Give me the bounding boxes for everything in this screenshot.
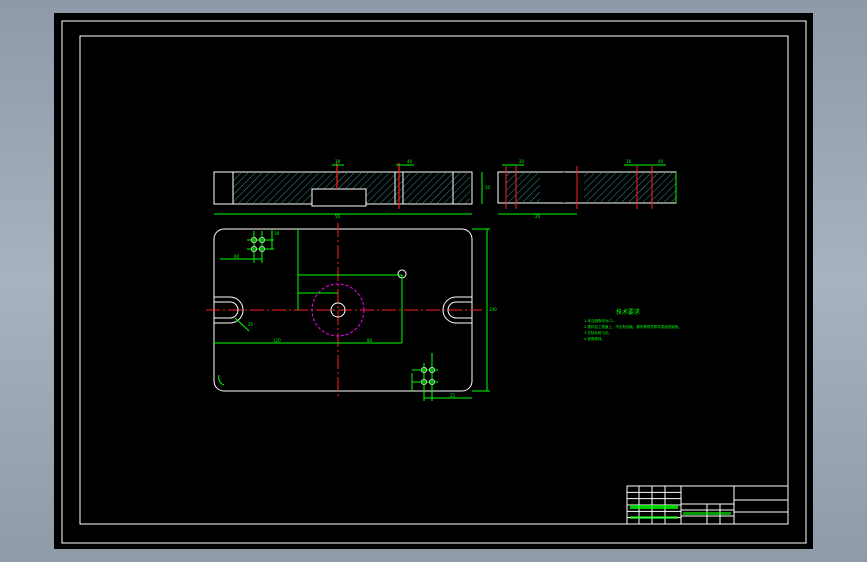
cad-drawing: 38 40 10 50 20 16 40 20 60 18 120 140 80… <box>61 20 807 544</box>
notes-line: 2.零件加工表面上，不应有划痕、擦伤等损伤零件表面的缺陷。 <box>584 324 682 329</box>
plan-dim-label: 80 <box>367 338 373 343</box>
front-dim-label: 38 <box>335 159 341 164</box>
sheet-outer-border <box>61 20 807 544</box>
notes-line: 4.锐角倒钝。 <box>584 336 605 341</box>
technical-notes: 技术要求 1.未注倒角均为C1。 2.零件加工表面上，不应有划痕、擦伤等损伤零件… <box>584 308 682 341</box>
drawing-viewport[interactable]: 38 40 10 50 20 16 40 20 60 18 120 140 80… <box>54 13 813 549</box>
side-dim-label: 20 <box>519 159 525 164</box>
side-dim-label: 20 <box>535 214 541 219</box>
side-dim-label: 40 <box>658 159 664 164</box>
title-block <box>626 485 789 525</box>
pin-hole-group-bottom-right <box>411 353 472 401</box>
notes-line: 1.未注倒角均为C1。 <box>584 318 617 323</box>
plan-dim-label: 120 <box>273 338 281 343</box>
front-dim-label: 40 <box>407 159 413 164</box>
notes-heading: 技术要求 <box>616 308 640 316</box>
front-dim-label: 10 <box>485 185 491 190</box>
sheet-inner-border <box>79 35 789 525</box>
front-slot <box>311 188 367 207</box>
side-dim-label: 16 <box>626 159 632 164</box>
side-section-view: 20 16 40 20 <box>497 159 677 219</box>
front-dim-label: 50 <box>335 214 341 219</box>
plan-dim-label: 18 <box>274 231 280 236</box>
pin-hole-group-top-left <box>220 229 274 263</box>
front-section-view: 38 40 10 50 <box>213 159 491 219</box>
plan-dim-label: 25 <box>450 393 456 398</box>
plan-dim-label: 140 <box>489 307 497 312</box>
plan-view: 60 18 120 140 80 25 25 <box>206 223 497 401</box>
plan-dim-label: 25 <box>248 322 254 327</box>
notes-line: 3.去除毛刺飞边。 <box>584 330 612 335</box>
plan-dim-label: 60 <box>234 254 240 259</box>
